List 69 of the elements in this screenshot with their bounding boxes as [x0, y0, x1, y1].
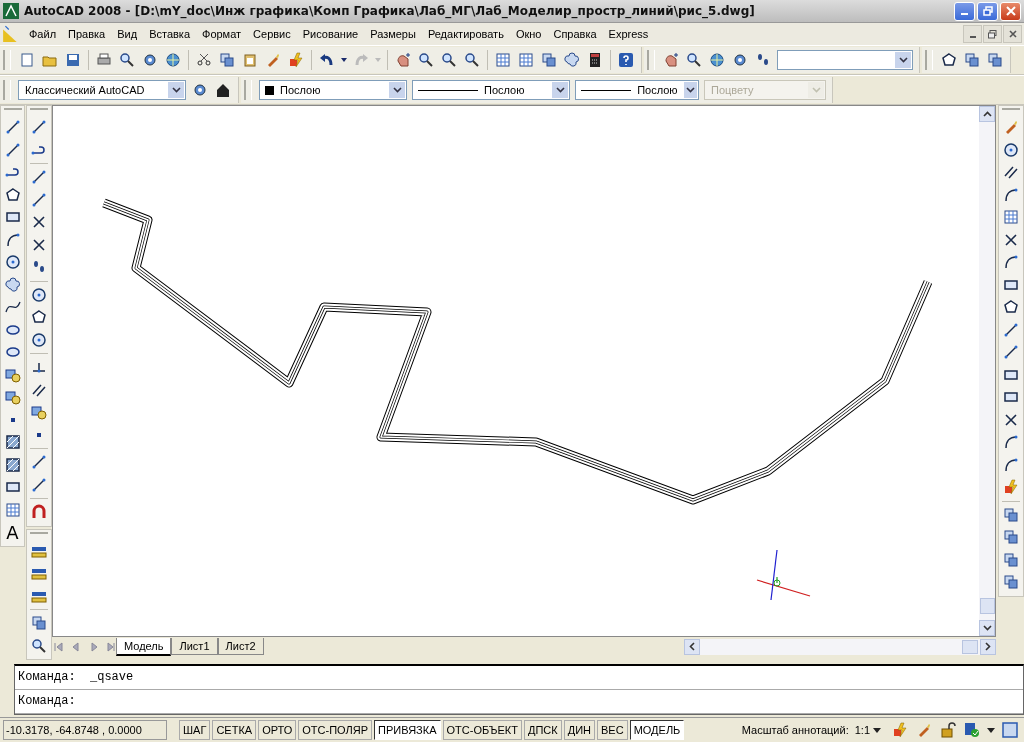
- linetype-dropdown[interactable]: Послою: [412, 80, 570, 100]
- caret-icon: [555, 87, 565, 93]
- caret-icon: [171, 87, 181, 93]
- menu-item[interactable]: Вид: [111, 28, 144, 40]
- layout-tab[interactable]: Лист2: [217, 638, 264, 655]
- app-icon: [3, 3, 19, 19]
- status-toggle[interactable]: ПРИВЯЗКА: [374, 720, 441, 740]
- menu-item[interactable]: Справка: [547, 28, 603, 40]
- status-toggle[interactable]: ОТС-ПОЛЯР: [298, 720, 373, 740]
- close-button[interactable]: [1003, 25, 1022, 43]
- minimize-icon: [969, 36, 976, 38]
- status-toggle[interactable]: ДИН: [563, 720, 595, 740]
- annotation-scale-label: Масштаб аннотаций:: [741, 724, 849, 736]
- caret-icon: [873, 727, 881, 733]
- restore-icon: [982, 6, 993, 16]
- scroll-right-icon[interactable]: [985, 642, 991, 651]
- status-toggle[interactable]: МОДЕЛЬ: [629, 720, 685, 740]
- window-title: AutoCAD 2008 - [D:\mY_doc\Инж графика\Комп Графика\Лаб_МГ\Лаб_Моделир_простр_линий\рис_5.dwg]: [24, 4, 755, 18]
- toolbar-grip[interactable]: [3, 80, 11, 100]
- layout-tab[interactable]: Лист1: [171, 638, 218, 655]
- annotation-scale-dropdown[interactable]: 1:1: [854, 724, 881, 736]
- toolbar-grip[interactable]: [244, 80, 252, 100]
- status-toggle[interactable]: ШАГ: [179, 720, 211, 740]
- caret-icon[interactable]: [987, 727, 995, 733]
- restore-icon: [988, 29, 997, 39]
- toolbar-grip[interactable]: [647, 50, 655, 70]
- ucs-axes-icon: [756, 549, 811, 601]
- scroll-down-icon[interactable]: [982, 625, 992, 631]
- close-icon: [1008, 30, 1017, 38]
- menu-item[interactable]: Рисование: [296, 28, 365, 40]
- menu-item[interactable]: Сервис: [247, 28, 297, 40]
- caret-icon[interactable]: [341, 58, 347, 62]
- text-tool-icon[interactable]: A: [1, 521, 24, 544]
- menu-item[interactable]: Правка: [62, 28, 112, 40]
- restore-button[interactable]: [983, 25, 1002, 43]
- menu-item[interactable]: Вставка: [143, 28, 196, 40]
- menu-item[interactable]: Express: [602, 28, 655, 40]
- status-toggle[interactable]: ВЕС: [597, 720, 628, 740]
- lineweight-dropdown[interactable]: Послою: [575, 80, 699, 100]
- color-dropdown[interactable]: Послою: [259, 80, 407, 100]
- horizontal-scrollbar[interactable]: [684, 638, 996, 655]
- menu-item[interactable]: Размеры: [364, 28, 422, 40]
- menu-item[interactable]: Окно: [509, 28, 548, 40]
- status-toggle[interactable]: ОРТО: [258, 720, 297, 740]
- scroll-up-icon[interactable]: [982, 111, 992, 117]
- caret-icon: [898, 57, 908, 63]
- toolbar-grip[interactable]: [925, 50, 933, 70]
- status-toggle[interactable]: ОТС-ОБЪЕКТ: [442, 720, 522, 740]
- toolbar-grip[interactable]: [3, 50, 11, 70]
- close-icon: [1005, 6, 1016, 16]
- command-prompt[interactable]: Команда:: [15, 690, 1023, 714]
- minimize-icon: [961, 13, 968, 15]
- workspace-dropdown[interactable]: Классический AutoCAD: [18, 80, 186, 100]
- caret-icon: [811, 87, 821, 93]
- scroll-left-icon[interactable]: [689, 642, 695, 651]
- scrollbar-thumb[interactable]: [980, 598, 995, 614]
- status-toggle[interactable]: ДПСК: [524, 720, 562, 740]
- coordinates-readout: -10.3178, -64.8748 , 0.0000: [3, 720, 167, 740]
- command-history: Команда: _qsave: [15, 666, 1023, 690]
- status-toggle[interactable]: СЕТКА: [212, 720, 257, 740]
- layout-tab[interactable]: Модель: [116, 637, 172, 656]
- caret-icon: [392, 87, 402, 93]
- vertical-scrollbar[interactable]: [979, 106, 995, 636]
- menu-item[interactable]: Редактировать: [421, 28, 510, 40]
- scrollbar-thumb[interactable]: [962, 639, 978, 654]
- caret-icon: [685, 87, 695, 93]
- menu-item[interactable]: Файл: [23, 28, 63, 40]
- menu-item[interactable]: Формат: [196, 28, 248, 40]
- minimize-button[interactable]: [963, 25, 982, 43]
